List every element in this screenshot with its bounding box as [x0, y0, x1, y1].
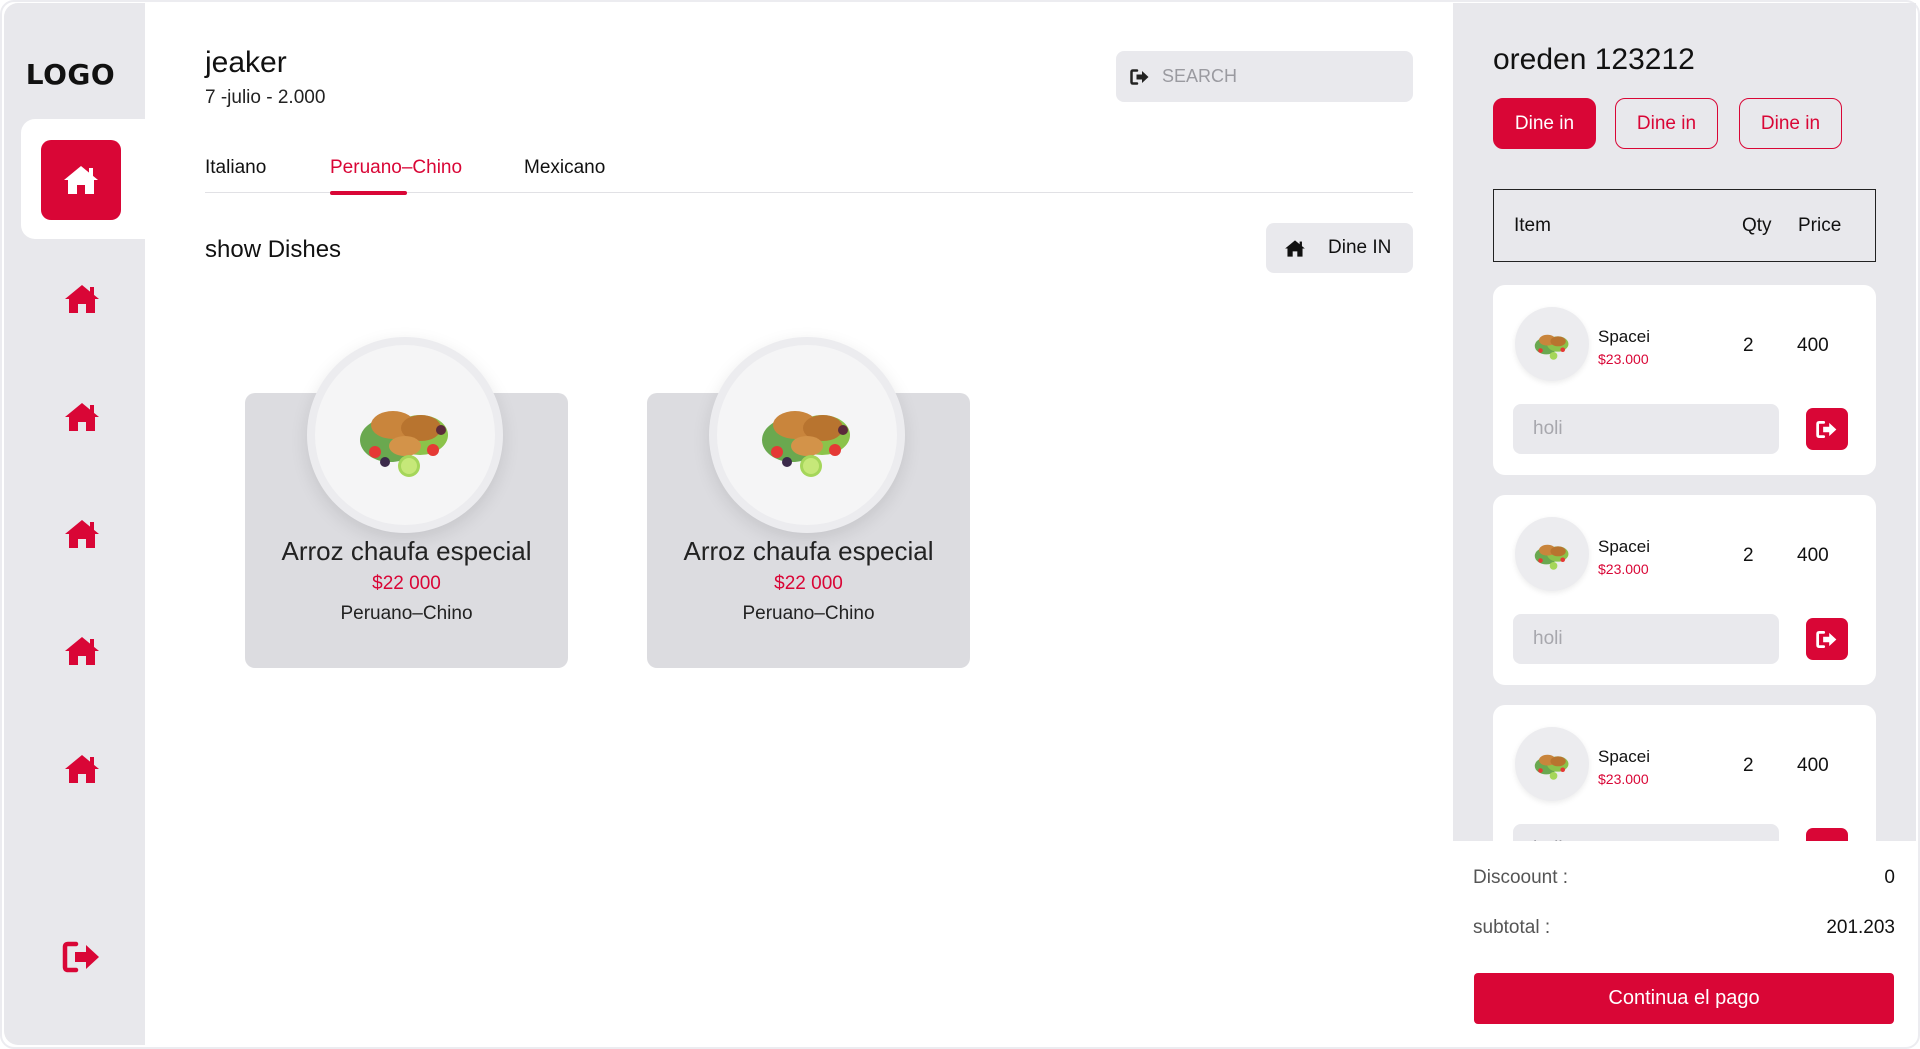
dish-name: Arroz chaufa especial: [683, 536, 934, 566]
dish-card[interactable]: Arroz chaufa especial $22 000 Peruano–Ch…: [245, 337, 568, 668]
order-item-unit-price: $23.000: [1598, 561, 1649, 577]
home-icon: [65, 755, 99, 783]
dish-price: $22 000: [372, 573, 441, 594]
current-date: 7 -julio - 2.000: [205, 87, 326, 108]
remove-item-button[interactable]: [1806, 408, 1848, 450]
logout-icon: [1130, 68, 1149, 85]
order-item-name: Spacei: [1598, 537, 1650, 556]
order-title: oreden 123212: [1493, 43, 1695, 76]
order-panel: oreden 123212 Dine in Dine in Dine in It…: [1453, 3, 1916, 841]
search-input[interactable]: [1162, 66, 1392, 87]
dish-illustration: [1534, 334, 1569, 360]
nav-item-home-2[interactable]: [52, 277, 112, 321]
order-item-price: 400: [1797, 755, 1829, 776]
order-items-header: Item Qty Price: [1493, 189, 1876, 262]
dish-illustration: [762, 411, 850, 477]
search-box[interactable]: [1116, 51, 1413, 102]
logo: LOGO: [25, 58, 116, 91]
home-icon: [65, 285, 99, 313]
remove-item-button[interactable]: [1806, 618, 1848, 660]
subtotal-value: 201.203: [1826, 917, 1895, 938]
order-item-unit-price: $23.000: [1598, 771, 1649, 787]
order-type-dine-in-1[interactable]: Dine in: [1493, 98, 1596, 149]
logout-icon: [1816, 420, 1837, 438]
order-items-list[interactable]: Spacei $23.000 2 400 holi Spacei $23.000…: [1453, 281, 1916, 841]
dish-illustration: [360, 411, 448, 477]
order-item-note-input[interactable]: [1513, 404, 1779, 454]
order-type-dine-in-3[interactable]: Dine in: [1739, 98, 1842, 149]
dish-image: [709, 337, 905, 533]
section-title: show Dishes: [205, 236, 342, 263]
home-icon: [65, 637, 99, 665]
discount-label: Discoount :: [1473, 867, 1569, 888]
remove-item-button[interactable]: [1806, 828, 1848, 841]
user-name: jeaker: [205, 46, 287, 79]
order-item-qty: 2: [1743, 335, 1754, 356]
dish-image: [307, 337, 503, 533]
active-tab-indicator: [330, 191, 407, 195]
logout-button[interactable]: [52, 935, 112, 979]
order-item-name: Spacei: [1598, 747, 1650, 766]
order-item: Spacei $23.000 2 400: [1493, 705, 1876, 841]
tab-mexicano[interactable]: Mexicano: [524, 157, 605, 179]
dish-illustration: [1534, 754, 1569, 780]
logout-icon: [1817, 840, 1825, 841]
order-item-qty: 2: [1743, 545, 1754, 566]
tab-peruano-chino[interactable]: Peruano–Chino: [330, 157, 462, 179]
order-item: Spacei $23.000 2 400: [1493, 495, 1876, 685]
home-icon: [65, 520, 99, 548]
dish-name: Arroz chaufa especial: [281, 536, 532, 566]
order-item-thumbnail: [1515, 517, 1589, 591]
logout-icon: [62, 941, 99, 973]
order-item-note-input[interactable]: [1513, 614, 1779, 664]
order-item-unit-price: $23.000: [1598, 351, 1649, 367]
logout-icon: [1816, 630, 1837, 648]
column-qty: Qty: [1742, 214, 1772, 236]
dish-price: $22 000: [774, 573, 843, 594]
order-item-thumbnail: [1515, 727, 1589, 801]
nav-item-home-active[interactable]: [41, 140, 121, 220]
order-item-price: 400: [1797, 335, 1829, 356]
nav-item-home-5[interactable]: [52, 629, 112, 673]
nav-item-home-3[interactable]: [52, 395, 112, 439]
tab-italiano[interactable]: Italiano: [205, 157, 266, 179]
column-item: Item: [1514, 214, 1551, 236]
dine-in-label: Dine IN: [1328, 237, 1392, 258]
order-item-note-input[interactable]: [1513, 824, 1779, 841]
order-item: Spacei $23.000 2 400: [1493, 285, 1876, 475]
dish-card[interactable]: Arroz chaufa especial $22 000 Peruano–Ch…: [647, 337, 970, 668]
order-item-qty: 2: [1743, 755, 1754, 776]
home-icon: [1285, 239, 1305, 257]
dine-in-button[interactable]: Dine IN: [1266, 223, 1413, 273]
nav-item-home-4[interactable]: [52, 512, 112, 556]
column-price: Price: [1798, 214, 1842, 236]
nav-item-home-6[interactable]: [52, 747, 112, 791]
subtotal-label: subtotal :: [1473, 917, 1551, 938]
continue-payment-button[interactable]: Continua el pago: [1474, 973, 1894, 1024]
home-icon: [64, 166, 98, 194]
order-item-name: Spacei: [1598, 327, 1650, 346]
order-type-dine-in-2[interactable]: Dine in: [1615, 98, 1718, 149]
dish-illustration: [1534, 544, 1569, 570]
home-icon: [65, 403, 99, 431]
order-item-price: 400: [1797, 545, 1829, 566]
discount-value: 0: [1884, 867, 1895, 888]
order-item-thumbnail: [1515, 307, 1589, 381]
dish-category: Peruano–Chino: [340, 603, 473, 624]
dish-category: Peruano–Chino: [742, 603, 875, 624]
